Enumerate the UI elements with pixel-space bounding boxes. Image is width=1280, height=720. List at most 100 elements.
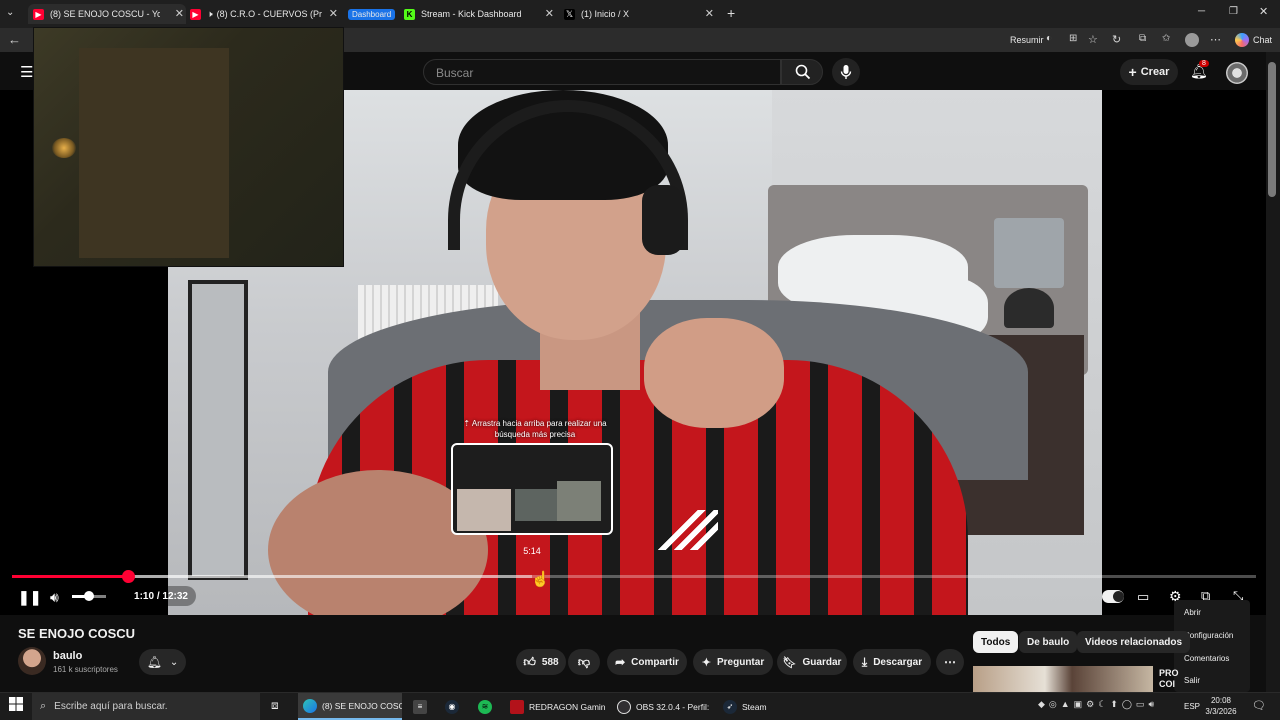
- download-icon: ⤓: [861, 654, 868, 669]
- tab-kick-dashboard[interactable]: K Stream - Kick Dashboard ✕: [404, 4, 556, 24]
- save-button[interactable]: 🔖︎ Guardar: [777, 649, 847, 675]
- taskbar-app-label: (8) SE ENOJO COSC...: [322, 700, 402, 711]
- subscriber-count: 161 k suscriptores: [53, 665, 118, 674]
- muted-speaker-icon[interactable]: 🕨: [207, 9, 213, 20]
- redragon-icon: [510, 699, 524, 714]
- taskbar-app-file[interactable]: ≡: [408, 693, 430, 720]
- task-view-icon[interactable]: ⧈: [271, 698, 279, 713]
- volume-icon[interactable]: 🔊︎: [50, 589, 59, 606]
- volume-slider-handle[interactable]: [84, 591, 94, 601]
- ask-label: Preguntar: [716, 656, 765, 668]
- more-actions-button[interactable]: ⋯: [936, 649, 964, 675]
- context-menu-item-configuracion[interactable]: Configuración: [1184, 631, 1233, 640]
- minimize-window-button[interactable]: ─: [1198, 6, 1205, 17]
- tab-list-menu-icon[interactable]: ⌄: [6, 7, 14, 18]
- clock-date: 3/3/2026: [1205, 707, 1237, 716]
- apps-icon[interactable]: ⊞: [1069, 33, 1077, 44]
- tab-dashboard[interactable]: Dashboard: [348, 4, 398, 24]
- resumir-button[interactable]: Resumir: [1010, 35, 1044, 45]
- obs-icon: [617, 699, 631, 714]
- clock-time: 20:08: [1210, 696, 1232, 705]
- chip-videos-relacionados[interactable]: Videos relacionados: [1077, 631, 1191, 653]
- more-options-icon[interactable]: ⋯: [1210, 33, 1221, 46]
- related-video-thumbnail[interactable]: [973, 666, 1153, 692]
- create-button[interactable]: + Crear: [1120, 59, 1178, 85]
- headset-earcup: [642, 185, 684, 255]
- x-icon: 𝕏: [564, 8, 575, 20]
- search-button[interactable]: [781, 59, 823, 85]
- scrub-hint-text: ⇡ Arrastra hacia arriba para realizar un…: [463, 419, 607, 439]
- share-button[interactable]: ➦ Compartir: [607, 649, 687, 675]
- search-input[interactable]: Buscar: [423, 59, 781, 85]
- taskbar-app-label: Steam: [742, 701, 767, 712]
- tab-title: (8) C.R.O - CUERVOS (Prod. Ot: [216, 9, 322, 19]
- new-tab-button[interactable]: +: [727, 5, 735, 21]
- summary-icon[interactable]: ◐: [1046, 33, 1052, 44]
- close-icon[interactable]: ✕: [545, 7, 554, 20]
- share-label: Compartir: [631, 656, 679, 668]
- maximize-window-button[interactable]: ❐: [1229, 6, 1238, 17]
- taskbar-clock[interactable]: 20:08 3/3/2026: [1198, 695, 1244, 717]
- hamburger-menu-icon[interactable]: ☰: [20, 63, 33, 81]
- taskbar-app-redragon[interactable]: REDRAGON Gamin...: [505, 693, 605, 720]
- taskbar-app-steam[interactable]: ➶ Steam: [718, 693, 788, 720]
- taskbar-search-input[interactable]: ⌕ Escribe aquí para buscar.: [32, 693, 260, 720]
- dislike-button[interactable]: 👎︎: [568, 649, 600, 675]
- windows-start-icon[interactable]: [9, 697, 23, 711]
- background-lamp: [994, 218, 1064, 288]
- webcam-overlay: [33, 27, 344, 267]
- voice-search-button[interactable]: [832, 58, 860, 86]
- channel-name[interactable]: baulo: [53, 650, 82, 662]
- channel-avatar[interactable]: [18, 647, 46, 675]
- taskbar-app-obs[interactable]: OBS 32.0.4 - Perfil: ...: [612, 693, 712, 720]
- microphone-icon: [840, 65, 852, 79]
- copilot-icon[interactable]: [1235, 33, 1249, 47]
- tab-x-inicio[interactable]: 𝕏 (1) Inicio / X ✕: [564, 4, 716, 24]
- account-avatar[interactable]: [1226, 62, 1248, 84]
- subtitles-icon[interactable]: ▭: [1137, 589, 1149, 605]
- close-window-button[interactable]: ✕: [1259, 5, 1268, 18]
- refresh-icon[interactable]: ↻: [1112, 33, 1121, 46]
- related-video-title[interactable]: PRO COI: [1159, 668, 1179, 690]
- video-title: SE ENOJO COSCU: [18, 626, 136, 641]
- context-menu-item-comentarios[interactable]: Comentarios: [1184, 654, 1229, 663]
- copilot-chat-label[interactable]: Chat: [1253, 35, 1272, 45]
- progress-scrubber-handle[interactable]: [121, 570, 135, 583]
- page-scrollbar-thumb[interactable]: [1268, 62, 1276, 197]
- close-icon[interactable]: ✕: [705, 7, 714, 20]
- taskbar-app-steam-small[interactable]: ◉: [440, 693, 462, 720]
- tab-youtube-cuervos[interactable]: ▶ 🕨 (8) C.R.O - CUERVOS (Prod. Ot ✕: [190, 4, 340, 24]
- taskbar-app-edge[interactable]: (8) SE ENOJO COSC...: [298, 693, 402, 720]
- notification-center-icon[interactable]: 🗨︎: [1252, 699, 1266, 712]
- profile-avatar[interactable]: [1185, 33, 1199, 47]
- favorites-icon[interactable]: ✩: [1162, 33, 1170, 44]
- tab-youtube-se-enojo[interactable]: ▶ (8) SE ENOJO COSCU - YouTube ✕: [28, 4, 186, 24]
- back-arrow-icon[interactable]: ←: [8, 32, 21, 47]
- spotify-icon: ≋: [478, 699, 492, 714]
- context-menu-item-abrir[interactable]: Abrir: [1184, 608, 1201, 617]
- search-icon: [795, 64, 811, 80]
- close-icon[interactable]: ✕: [175, 7, 184, 20]
- thumbs-down-icon: 👎︎: [577, 654, 591, 669]
- like-button[interactable]: 👍︎ 588: [516, 649, 566, 675]
- autoplay-toggle[interactable]: [1102, 590, 1124, 603]
- chip-todos[interactable]: Todos: [973, 631, 1019, 653]
- save-label: Guardar: [802, 656, 842, 668]
- youtube-icon: ▶: [33, 8, 44, 20]
- chip-de-baulo[interactable]: De baulo: [1019, 631, 1078, 653]
- star-icon[interactable]: ☆: [1088, 33, 1098, 46]
- edge-icon: [303, 698, 317, 713]
- close-icon[interactable]: ✕: [329, 7, 338, 20]
- download-button[interactable]: ⤓ Descargar: [853, 649, 931, 675]
- context-menu-item-salir[interactable]: Salir: [1184, 676, 1200, 685]
- steam-icon: ➶: [723, 699, 737, 714]
- subscription-bell-button[interactable]: 🔔︎ ⌄: [139, 649, 186, 675]
- pause-button[interactable]: ❚❚: [18, 589, 41, 606]
- ask-button[interactable]: ✦ Preguntar: [693, 649, 773, 675]
- system-tray-icons[interactable]: ◆◎▲▣⚙☾⬆◯▭🔊︎: [1038, 699, 1158, 710]
- tab-title: Dashboard: [348, 8, 396, 20]
- preview-thumb-face: [457, 489, 511, 531]
- taskbar-app-label: REDRAGON Gamin...: [529, 701, 605, 712]
- split-screen-icon[interactable]: ⧉: [1139, 33, 1146, 44]
- taskbar-app-spotify[interactable]: ≋: [473, 693, 495, 720]
